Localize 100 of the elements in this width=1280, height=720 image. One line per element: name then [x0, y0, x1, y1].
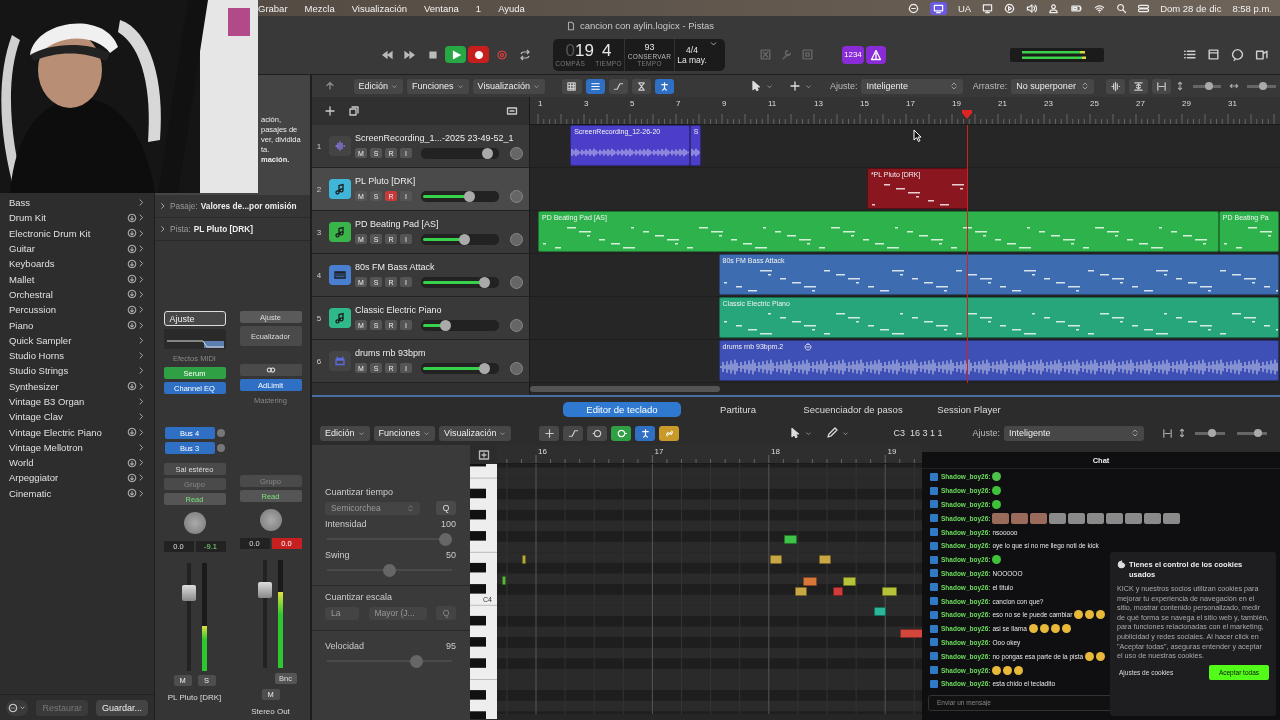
- timeline-ruler[interactable]: 16 17 18 19: [497, 445, 922, 464]
- midi-note[interactable]: [795, 587, 807, 596]
- user-icon[interactable]: [1048, 2, 1060, 14]
- library-category[interactable]: Quick Sampler: [0, 332, 154, 348]
- menu-clock-date[interactable]: Dom 28 de dic: [1160, 2, 1222, 14]
- library-category[interactable]: Bass: [0, 195, 154, 211]
- menu-item[interactable]: Ventana: [423, 2, 459, 14]
- playhead-marker[interactable]: [961, 110, 972, 119]
- stereo-link-button[interactable]: [239, 364, 302, 376]
- volume-slider[interactable]: [421, 276, 499, 288]
- volume-slider[interactable]: [421, 233, 499, 245]
- pencil-tool-icon[interactable]: [826, 427, 839, 439]
- menu-item[interactable]: Ayuda: [498, 2, 525, 14]
- setting-button[interactable]: Ajuste: [163, 311, 226, 326]
- slider-thumb[interactable]: [478, 276, 490, 288]
- download-icon[interactable]: [127, 457, 137, 468]
- automation-button[interactable]: [563, 425, 584, 441]
- flex-button[interactable]: [631, 78, 651, 94]
- duplicate-track-icon[interactable]: [348, 105, 360, 117]
- library-category[interactable]: Studio Horns: [0, 347, 154, 364]
- volume-slider[interactable]: [421, 319, 499, 331]
- library-category[interactable]: Vintage Mellotron: [0, 439, 154, 456]
- slider-thumb[interactable]: [478, 362, 490, 374]
- options-button[interactable]: [6, 699, 29, 716]
- menu-button[interactable]: Visualización: [472, 78, 545, 94]
- midi-in-button[interactable]: [587, 425, 608, 441]
- library-category[interactable]: Percussion: [0, 302, 154, 318]
- editor-tab[interactable]: Partitura: [681, 401, 795, 417]
- region-settings-row[interactable]: Pasaje: Valores de...por omisión: [155, 195, 310, 218]
- fit-horizontal-icon[interactable]: [1162, 427, 1173, 439]
- pointer-tool-icon[interactable]: [750, 80, 763, 92]
- midi-note[interactable]: [874, 607, 886, 616]
- fit-vertical-button[interactable]: [1128, 78, 1148, 94]
- pan-knob[interactable]: [510, 318, 523, 332]
- midi-note[interactable]: [770, 555, 782, 564]
- input-source[interactable]: UA: [957, 2, 972, 14]
- download-icon[interactable]: [127, 381, 137, 392]
- search-icon[interactable]: [1116, 2, 1128, 14]
- quantize-button[interactable]: [539, 425, 560, 441]
- link-button[interactable]: [659, 425, 680, 441]
- piano-keyboard-drawing[interactable]: [470, 464, 497, 719]
- drag-select[interactable]: No superponer: [1011, 78, 1094, 94]
- library-category[interactable]: Arpeggiator: [0, 470, 154, 486]
- pan-knob[interactable]: [510, 146, 523, 160]
- volume-slider[interactable]: [421, 362, 499, 374]
- pan-knob[interactable]: [183, 512, 206, 534]
- volume-slider[interactable]: [421, 147, 499, 159]
- catch-button[interactable]: [635, 425, 656, 441]
- scale-mode-select[interactable]: Mayor (J...: [368, 606, 427, 620]
- menu-button[interactable]: Funciones: [373, 425, 436, 441]
- pointer-tool-icon[interactable]: [789, 427, 802, 439]
- slider-thumb[interactable]: [458, 233, 470, 245]
- download-icon[interactable]: [127, 304, 137, 315]
- grid-view-button[interactable]: [562, 78, 582, 94]
- record-button[interactable]: [468, 46, 489, 63]
- library-category[interactable]: Synthesizer: [0, 378, 154, 394]
- plus-tool-icon[interactable]: [788, 80, 801, 92]
- midi-out-button[interactable]: [611, 425, 632, 441]
- download-icon[interactable]: [127, 274, 137, 285]
- library-category[interactable]: Orchestral: [0, 286, 154, 303]
- editor-tab[interactable]: Editor de teclado: [563, 401, 681, 417]
- library-category[interactable]: Drum Kit: [0, 210, 154, 226]
- library-category[interactable]: Piano: [0, 317, 154, 333]
- screen-record-indicator[interactable]: [929, 1, 947, 15]
- pan-knob[interactable]: [510, 232, 523, 246]
- library-category[interactable]: Cinematic: [0, 485, 154, 501]
- control-center-icon[interactable]: [1138, 2, 1150, 14]
- slider-thumb[interactable]: [1253, 429, 1262, 437]
- pan-knob[interactable]: [510, 275, 523, 289]
- count-in-button[interactable]: 1234: [842, 45, 864, 64]
- download-icon[interactable]: [127, 243, 137, 254]
- slider-thumb[interactable]: [383, 564, 396, 577]
- slider-thumb[interactable]: [409, 655, 423, 668]
- download-icon[interactable]: [127, 473, 137, 483]
- fit-horizontal-button[interactable]: [1151, 78, 1171, 94]
- library-category[interactable]: Vintage Clav: [0, 409, 154, 425]
- library-category[interactable]: Vintage B3 Organ: [0, 393, 154, 410]
- add-track-icon[interactable]: [324, 105, 336, 117]
- library-category[interactable]: Vintage Electric Piano: [0, 424, 154, 440]
- scrollbar-thumb[interactable]: [530, 386, 720, 392]
- automation-button[interactable]: [608, 78, 628, 94]
- slider-thumb[interactable]: [1205, 82, 1214, 90]
- midi-note[interactable]: [819, 555, 831, 564]
- midi-note[interactable]: [522, 555, 526, 564]
- download-icon[interactable]: [127, 289, 137, 300]
- menu-button[interactable]: Edición: [320, 425, 370, 441]
- midi-note[interactable]: [882, 587, 897, 596]
- menu-item[interactable]: Mezcla: [304, 2, 335, 14]
- volume-slider[interactable]: [421, 190, 499, 202]
- menu-item[interactable]: Grabar: [258, 2, 288, 14]
- library-category[interactable]: Electronic Drum Kit: [0, 225, 154, 241]
- download-icon[interactable]: [127, 320, 137, 330]
- slider-thumb[interactable]: [463, 190, 475, 202]
- quantize-select[interactable]: Semicorchea: [325, 501, 420, 515]
- notepad-icon[interactable]: [1207, 48, 1220, 61]
- download-icon[interactable]: [127, 212, 137, 223]
- fader-thumb[interactable]: [258, 582, 272, 599]
- library-category[interactable]: Keyboards: [0, 256, 154, 272]
- editor-tab[interactable]: Secuenciador de pasos: [795, 401, 911, 417]
- wifi-icon[interactable]: [1094, 2, 1106, 14]
